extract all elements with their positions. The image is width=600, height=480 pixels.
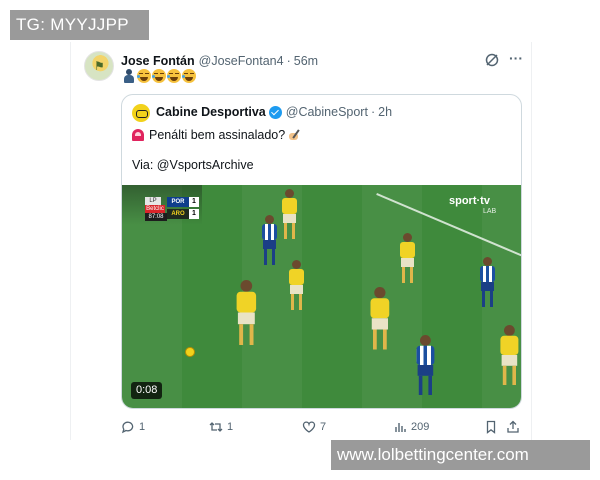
watermark-bottom: www.lolbettingcenter.com bbox=[331, 440, 590, 470]
reply-icon bbox=[121, 421, 134, 434]
player-yellow bbox=[280, 189, 299, 239]
repost-button[interactable]: 1 bbox=[209, 419, 233, 435]
quoted-author-handle[interactable]: @CabineSport bbox=[286, 105, 368, 119]
rofl-emoji-icon bbox=[137, 69, 151, 83]
player-yellow bbox=[398, 233, 417, 283]
post-time[interactable]: 56m bbox=[294, 54, 318, 68]
broadcaster-sub: LAB bbox=[483, 208, 497, 215]
quoted-post[interactable]: Cabine Desportiva @CabineSport · 2h Pená… bbox=[121, 94, 522, 409]
share-button[interactable] bbox=[506, 419, 524, 435]
video-duration: 0:08 bbox=[131, 382, 163, 399]
scoreboard: LP Betclic 87:08 POR 1 ARO 1 bbox=[145, 197, 199, 221]
post-text: 🧏🤣🤣🤣🤣 bbox=[122, 69, 196, 85]
reply-count: 1 bbox=[139, 421, 146, 433]
writing-hand-emoji-icon bbox=[289, 129, 303, 141]
player-yellow-foreground bbox=[234, 280, 259, 345]
broadcaster-name: sport·tv bbox=[449, 195, 490, 207]
deaf-person-emoji-icon bbox=[122, 69, 136, 83]
rofl-emoji-icon bbox=[152, 69, 166, 83]
player-yellow bbox=[498, 325, 521, 385]
player-blue bbox=[478, 257, 497, 307]
watermark-top: TG: MYYJJPP bbox=[10, 10, 149, 40]
view-count: 209 bbox=[411, 421, 430, 433]
team2-score: 1 bbox=[189, 209, 199, 219]
author-avatar[interactable]: ⚑ bbox=[84, 51, 114, 81]
share-icon bbox=[507, 420, 519, 433]
reply-button[interactable]: 1 bbox=[121, 419, 145, 435]
post-card: ⚑ Jose Fontán @JoseFontan4 · 56m ··· 🧏🤣🤣… bbox=[70, 42, 532, 440]
bookmark-button[interactable] bbox=[484, 419, 502, 435]
quoted-post-header: Cabine Desportiva @CabineSport · 2h bbox=[156, 105, 392, 119]
player-blue bbox=[260, 215, 279, 265]
quoted-author-avatar[interactable] bbox=[132, 104, 150, 122]
quoted-text-line-2: Via: @VsportsArchive bbox=[132, 158, 254, 172]
post-header: Jose Fontán @JoseFontan4 · 56m bbox=[121, 52, 318, 70]
quoted-text-line-1: Penálti bem assinalado? bbox=[132, 128, 303, 142]
like-button[interactable]: 7 bbox=[302, 419, 326, 435]
like-count: 7 bbox=[320, 421, 327, 433]
ball bbox=[185, 347, 195, 357]
quoted-header-separator: · bbox=[370, 105, 376, 119]
bookmark-icon bbox=[486, 420, 496, 434]
author-handle[interactable]: @JoseFontan4 bbox=[199, 54, 284, 68]
analytics-icon bbox=[395, 423, 406, 432]
quoted-post-time[interactable]: 2h bbox=[378, 105, 392, 119]
heart-icon bbox=[302, 421, 316, 433]
grok-icon[interactable] bbox=[484, 52, 500, 68]
avatar-figure-icon: ⚑ bbox=[94, 59, 105, 73]
sponsor-label: Betclic bbox=[145, 205, 165, 213]
team1-label: POR bbox=[167, 197, 189, 207]
siren-emoji-icon bbox=[132, 129, 144, 141]
match-clock: 87:08 bbox=[145, 213, 167, 221]
repost-count: 1 bbox=[227, 421, 234, 433]
league-logo: LP bbox=[145, 197, 161, 205]
player-yellow bbox=[287, 260, 306, 310]
rofl-emoji-icon bbox=[167, 69, 181, 83]
repost-icon bbox=[209, 422, 223, 432]
header-separator: · bbox=[286, 54, 291, 68]
team2-label: ARO bbox=[167, 209, 189, 219]
rofl-emoji-icon bbox=[182, 69, 196, 83]
player-blue bbox=[414, 335, 437, 395]
quoted-question: Penálti bem assinalado? bbox=[149, 128, 286, 142]
team1-score: 1 bbox=[189, 197, 199, 207]
action-bar: 1 1 7 209 bbox=[121, 419, 522, 435]
more-options-icon[interactable]: ··· bbox=[507, 51, 525, 67]
video-player[interactable]: LP Betclic 87:08 POR 1 ARO 1 sport·tv LA… bbox=[122, 185, 521, 408]
broadcaster-logo: sport·tv LAB bbox=[449, 195, 497, 217]
player-yellow bbox=[368, 287, 392, 350]
quoted-author-name[interactable]: Cabine Desportiva bbox=[156, 105, 266, 119]
verified-badge-icon bbox=[268, 105, 282, 119]
views-button[interactable]: 209 bbox=[393, 419, 429, 435]
author-name[interactable]: Jose Fontán bbox=[121, 54, 195, 68]
